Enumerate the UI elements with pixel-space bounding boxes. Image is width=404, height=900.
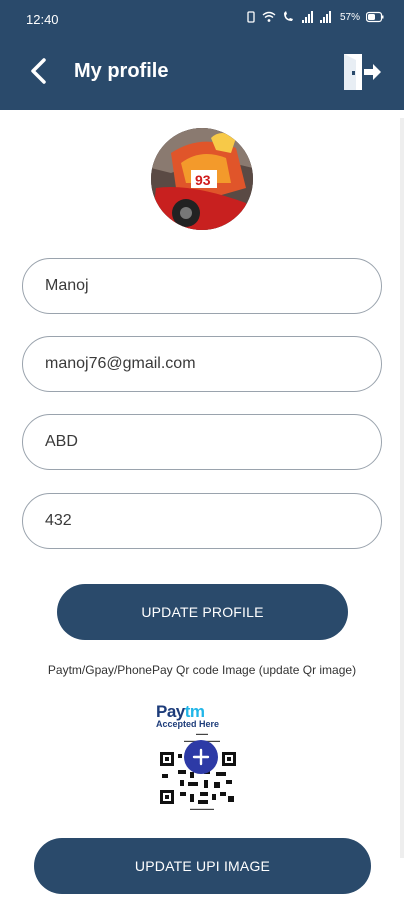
update-profile-button[interactable]: UPDATE PROFILE xyxy=(57,584,348,640)
status-time: 12:40 xyxy=(26,12,59,27)
fourth-field-value: 432 xyxy=(45,512,72,529)
battery-percent: 57% xyxy=(339,11,360,23)
svg-text:93: 93 xyxy=(195,172,211,188)
name-field[interactable]: Manoj xyxy=(22,258,382,314)
qr-fineprint: ▬▬▬ xyxy=(196,731,208,736)
qr-image[interactable]: Paytm Accepted Here ▬▬▬ ▬▬▬▬▬▬▬▬▬ ▬▬▬▬▬▬ xyxy=(146,698,258,816)
email-field[interactable]: manoj76@gmail.com xyxy=(22,336,382,392)
update-upi-label: UPDATE UPI IMAGE xyxy=(134,858,271,874)
signal-icon-2 xyxy=(319,11,331,23)
add-qr-button[interactable] xyxy=(184,740,218,774)
avatar[interactable]: 93 xyxy=(151,128,253,230)
call-icon xyxy=(283,11,293,21)
paytm-accepted-text: Accepted Here xyxy=(156,719,220,729)
wifi-icon xyxy=(262,11,276,22)
chevron-left-icon[interactable] xyxy=(24,55,56,87)
battery-icon xyxy=(366,11,384,23)
app-bar: 12:40 57% My profile xyxy=(0,0,404,110)
logout-icon[interactable] xyxy=(340,52,382,92)
status-bar: 12:40 57% xyxy=(0,0,404,40)
third-field-value: ABD xyxy=(45,433,78,450)
scrollbar[interactable] xyxy=(400,118,404,858)
plus-icon xyxy=(192,748,210,766)
email-field-value: manoj76@gmail.com xyxy=(45,355,196,372)
signal-icon xyxy=(301,11,313,23)
qr-section-label: Paytm/Gpay/PhonePay Qr code Image (updat… xyxy=(47,663,357,677)
profile-photo: 93 xyxy=(151,128,253,230)
update-upi-image-button[interactable]: UPDATE UPI IMAGE xyxy=(34,838,371,894)
vibrate-icon xyxy=(247,11,255,23)
name-field-value: Manoj xyxy=(45,277,89,294)
fourth-field[interactable]: 432 xyxy=(22,493,382,549)
status-icons: 57% xyxy=(246,11,384,23)
qr-footer-text: ▬▬▬▬▬▬ xyxy=(190,806,214,811)
third-field[interactable]: ABD xyxy=(22,414,382,470)
update-profile-label: UPDATE PROFILE xyxy=(141,604,264,620)
page-title: My profile xyxy=(74,60,169,82)
